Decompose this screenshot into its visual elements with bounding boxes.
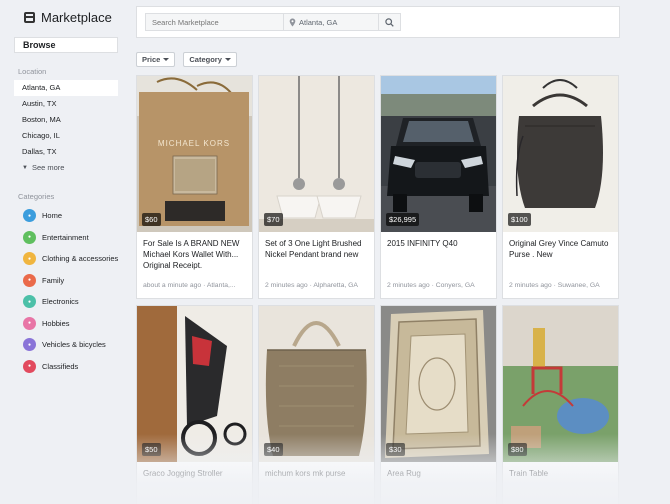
category-label: Vehicles & bicycles — [42, 340, 106, 350]
price-filter-label: Price — [142, 55, 161, 64]
listing-card[interactable]: $100 Original Grey Vince Camuto Purse . … — [502, 75, 619, 299]
listing-price: $80 — [508, 443, 527, 456]
search-input[interactable] — [145, 13, 283, 31]
listing-price: $100 — [508, 213, 531, 226]
listing-card[interactable]: MICHAEL KORS $60 For Sale Is A BRAND NEW… — [136, 75, 253, 299]
category-label: Electronics — [42, 297, 79, 307]
category-label: Clothing & accessories — [42, 254, 119, 264]
location-input[interactable] — [296, 17, 376, 27]
listing-title: michum kors mk purse — [265, 469, 346, 478]
listing-title: Train Table — [509, 469, 549, 478]
listing-title: Original Grey Vince Camuto Purse . New — [509, 239, 609, 259]
search-icon — [385, 17, 394, 27]
see-more-link[interactable]: ▼ See more — [14, 160, 128, 176]
listing-photo-train-table: $80 — [503, 306, 618, 462]
listing-price: $60 — [142, 213, 161, 226]
search-button[interactable] — [379, 13, 401, 31]
listing-meta: 2 minutes ago · Suwanee, GA — [509, 282, 600, 289]
category-label: Classifieds — [42, 361, 79, 371]
listing-photo-pendants: $70 — [259, 76, 374, 232]
category-item-family[interactable]: ● Family — [14, 270, 128, 292]
listing-photo-rug: $30 — [381, 306, 496, 462]
location-item-austin[interactable]: Austin, TX — [14, 96, 118, 112]
listing-card[interactable]: $50 Graco Jogging Stroller — [136, 305, 253, 504]
category-label: Entertainment — [42, 232, 89, 242]
main-content: Price Category MICHAEL KORS — [136, 6, 620, 504]
category-item-entertainment[interactable]: ● Entertainment — [14, 227, 128, 249]
listing-meta: 2 minutes ago · Alpharetta, GA — [265, 282, 358, 289]
listing-title: Set of 3 One Light Brushed Nickel Pendan… — [265, 239, 362, 259]
listing-photo-stroller: $50 — [137, 306, 252, 462]
listing-card[interactable]: $70 Set of 3 One Light Brushed Nickel Pe… — [258, 75, 375, 299]
listing-photo-grey-purse: $100 — [503, 76, 618, 232]
category-item-classifieds[interactable]: ● Classifieds — [14, 356, 128, 378]
location-item-atlanta[interactable]: Atlanta, GA — [14, 80, 118, 96]
svg-text:MICHAEL KORS: MICHAEL KORS — [158, 139, 230, 148]
vehicles-icon: ● — [23, 338, 36, 352]
hobbies-icon: ● — [23, 316, 36, 330]
listing-title: Graco Jogging Stroller — [143, 469, 223, 478]
caret-down-icon — [224, 58, 231, 61]
search-bar — [136, 6, 620, 38]
listing-price: $26,995 — [386, 213, 420, 226]
home-icon: ● — [23, 209, 36, 223]
listing-title: For Sale Is A BRAND NEW Michael Kors Wal… — [143, 239, 240, 270]
listing-title: Area Rug — [387, 469, 421, 478]
listing-price: $30 — [386, 443, 405, 456]
listing-price: $70 — [264, 213, 283, 226]
listing-photo-car: $26,995 — [381, 76, 496, 232]
listing-price: $40 — [264, 443, 283, 456]
listing-title: 2015 INFINITY Q40 — [387, 239, 458, 248]
location-pin-icon — [289, 18, 296, 26]
listing-meta: about a minute ago · Atlanta,... — [143, 282, 236, 289]
classifieds-icon: ● — [23, 359, 36, 373]
browse-button[interactable]: Browse — [14, 37, 118, 53]
category-item-hobbies[interactable]: ● Hobbies — [14, 313, 128, 335]
listing-card[interactable]: $30 Area Rug — [380, 305, 497, 504]
category-label: Home — [42, 211, 63, 221]
category-label: Hobbies — [42, 318, 70, 328]
listing-photo-wallet: MICHAEL KORS $60 — [137, 76, 252, 232]
see-more-label: See more — [31, 163, 65, 172]
category-item-home[interactable]: ● Home — [14, 205, 128, 227]
location-item-dallas[interactable]: Dallas, TX — [14, 144, 118, 160]
clothing-icon: ● — [23, 252, 36, 266]
sidebar: Marketplace Browse Location Atlanta, GA … — [0, 0, 128, 504]
listing-meta: 2 minutes ago · Conyers, GA — [387, 282, 475, 289]
category-item-electronics[interactable]: ● Electronics — [14, 291, 128, 313]
category-label: Family — [42, 275, 65, 285]
category-item-vehicles[interactable]: ● Vehicles & bicycles — [14, 334, 128, 356]
location-item-chicago[interactable]: Chicago, IL — [14, 128, 118, 144]
location-field[interactable] — [283, 13, 379, 31]
category-filter-button[interactable]: Category — [183, 52, 237, 67]
marketplace-icon — [24, 11, 35, 23]
listings-grid: MICHAEL KORS $60 For Sale Is A BRAND NEW… — [136, 75, 620, 504]
categories-label: Categories — [18, 192, 55, 201]
location-item-boston[interactable]: Boston, MA — [14, 112, 118, 128]
caret-down-icon — [163, 58, 170, 61]
brand[interactable]: Marketplace — [24, 8, 128, 26]
electronics-icon: ● — [23, 295, 36, 309]
location-label: Location — [18, 67, 47, 76]
filter-bar: Price Category — [136, 52, 620, 67]
listing-card[interactable]: $80 Train Table — [502, 305, 619, 504]
entertainment-icon: ● — [23, 230, 36, 244]
listing-card[interactable]: $40 michum kors mk purse — [258, 305, 375, 504]
listing-card[interactable]: $26,995 2015 INFINITY Q40 2 minutes ago … — [380, 75, 497, 299]
category-item-clothing[interactable]: ● Clothing & accessories — [14, 248, 128, 270]
listing-price: $50 — [142, 443, 161, 456]
chevron-down-icon: ▼ — [22, 165, 28, 171]
family-icon: ● — [23, 273, 36, 287]
listing-photo-mk-purse: $40 — [259, 306, 374, 462]
page-title: Marketplace — [41, 9, 112, 25]
category-filter-label: Category — [189, 55, 222, 64]
price-filter-button[interactable]: Price — [136, 52, 176, 67]
